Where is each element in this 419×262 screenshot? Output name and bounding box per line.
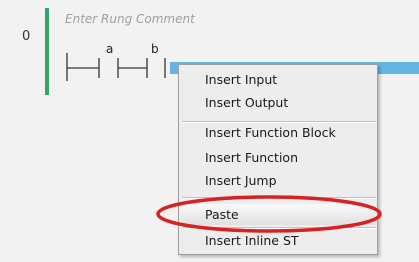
- context-menu: Insert Input Insert Output Insert Functi…: [178, 64, 378, 255]
- contact-a-label: a: [106, 42, 114, 56]
- menu-separator: [182, 197, 376, 199]
- menu-item-insert-function[interactable]: Insert Function: [205, 149, 298, 167]
- menu-item-paste-label: Paste: [205, 207, 239, 222]
- menu-item-insert-output[interactable]: Insert Output: [205, 94, 288, 112]
- menu-separator: [182, 227, 376, 229]
- contact-b[interactable]: [146, 58, 166, 78]
- menu-item-insert-input[interactable]: Insert Input: [205, 71, 277, 89]
- menu-separator: [182, 121, 376, 123]
- menu-item-insert-jump[interactable]: Insert Jump: [205, 172, 277, 190]
- contact-a[interactable]: [66, 53, 119, 81]
- menu-item-insert-inline-st[interactable]: Insert Inline ST: [205, 232, 299, 250]
- menu-item-insert-function-block[interactable]: Insert Function Block: [205, 124, 336, 142]
- contact-b-label: b: [151, 42, 159, 56]
